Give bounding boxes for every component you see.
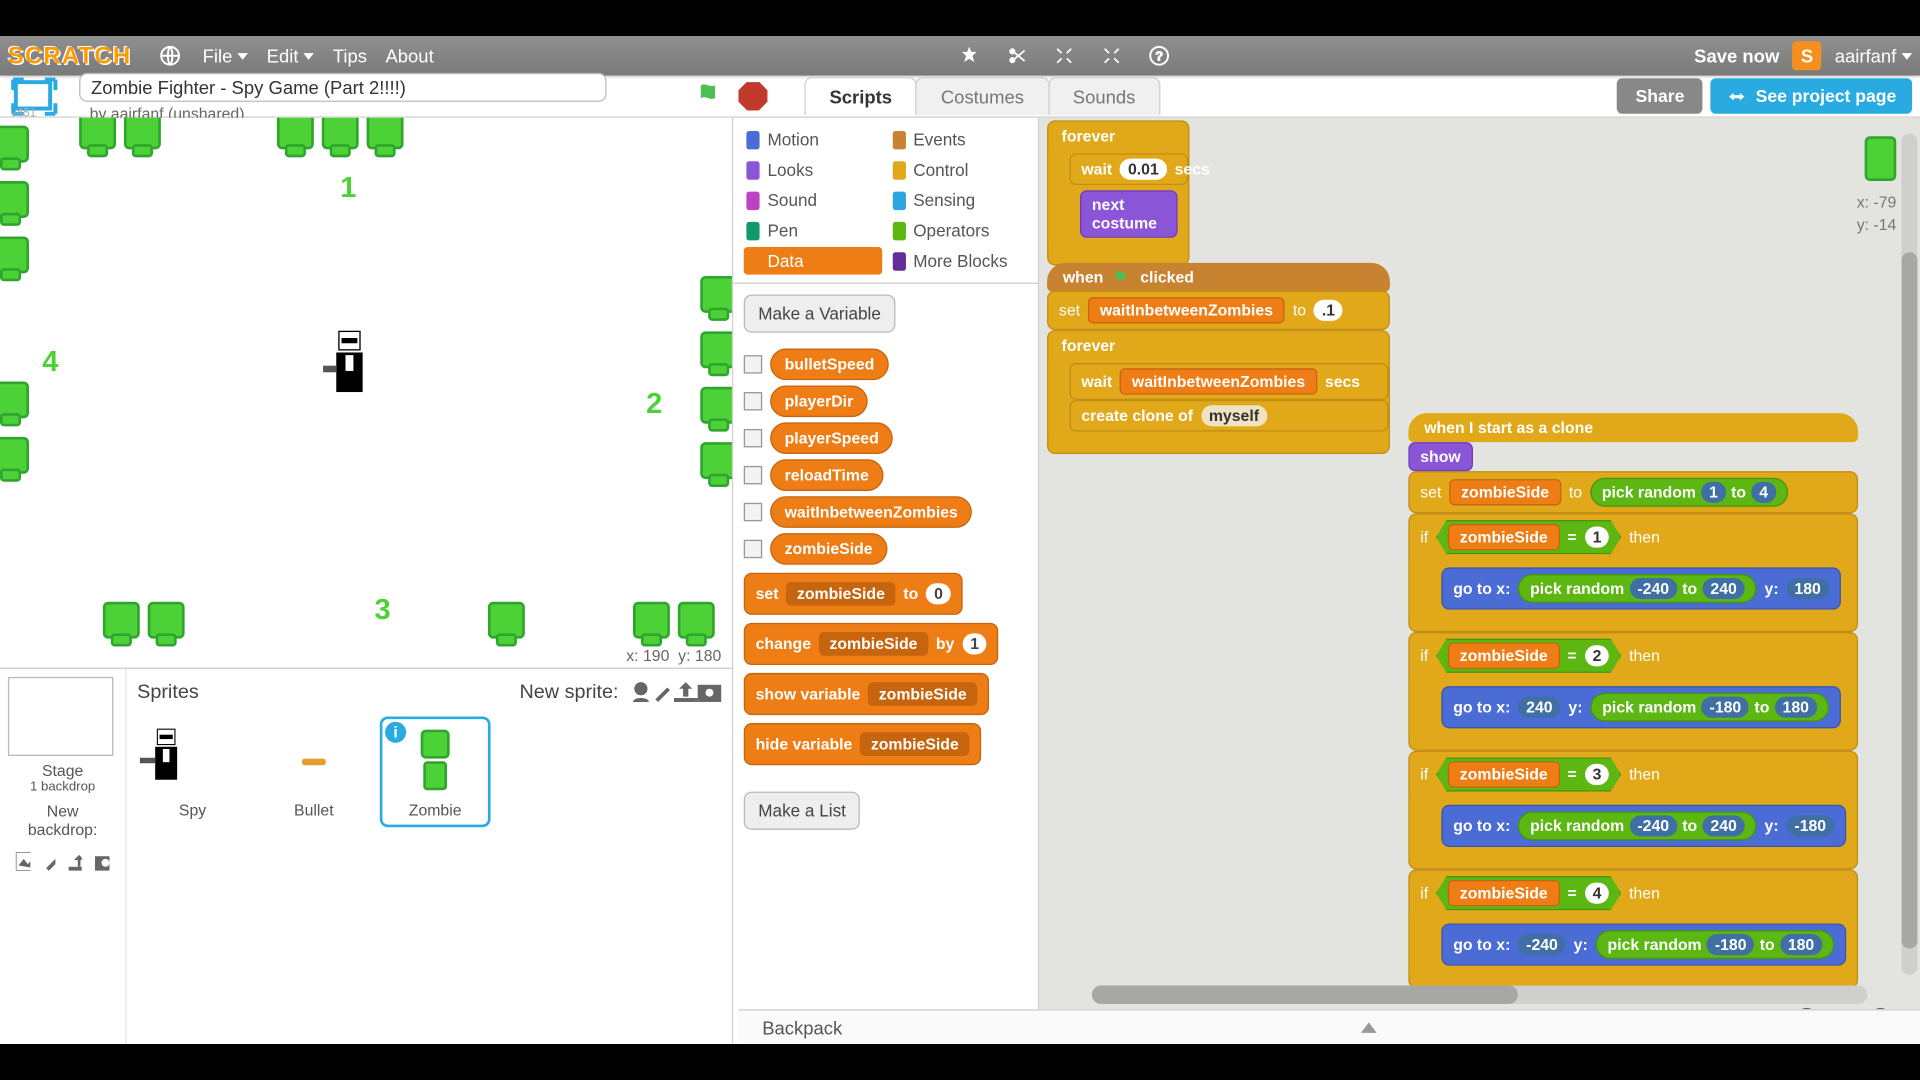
tab-scripts[interactable]: Scripts [804, 77, 917, 115]
stage-marker-1: 1 [340, 171, 356, 205]
stage-label: Stage [8, 761, 117, 779]
stage[interactable]: 1 2 3 4 x: 190 y: 180 [0, 118, 732, 669]
menu-about[interactable]: About [385, 45, 433, 66]
checkbox-icon[interactable] [744, 503, 762, 521]
stage-marker-4: 4 [42, 345, 58, 379]
green-flag-icon[interactable] [694, 79, 728, 113]
stage-marker-2: 2 [646, 387, 662, 421]
globe-icon[interactable] [155, 41, 184, 70]
stop-icon[interactable] [738, 81, 767, 110]
sprite-zombie[interactable]: i Zombie [380, 716, 491, 827]
stage-marker-3: 3 [375, 592, 391, 626]
cat-control[interactable]: Control [889, 156, 1027, 184]
project-title-input[interactable] [79, 72, 606, 101]
sprite-bullet[interactable]: Bullet [258, 716, 369, 827]
caret-down-icon [1902, 52, 1913, 59]
upload-sprite-icon[interactable] [674, 681, 698, 702]
make-list-button[interactable]: Make a List [744, 792, 861, 830]
checkbox-icon[interactable] [744, 540, 762, 558]
scissors-icon[interactable] [1002, 41, 1031, 70]
stage-coords: x: 190 y: 180 [626, 647, 721, 665]
caret-down-icon [304, 52, 315, 59]
info-icon[interactable]: i [385, 722, 406, 743]
scratch-logo[interactable]: SCRATCH [8, 42, 132, 70]
var-reloadTime[interactable]: reloadTime [744, 459, 1028, 491]
arrows-icon [1727, 87, 1748, 105]
version-label: v451 [11, 105, 37, 118]
camera-sprite-icon[interactable] [698, 681, 722, 702]
cat-sound[interactable]: Sound [744, 186, 882, 214]
caret-down-icon [238, 52, 249, 59]
script-when-flag[interactable]: whenclicked setwaitInbetweenZombiesto.1 … [1047, 263, 1390, 454]
checkbox-icon[interactable] [744, 355, 762, 373]
new-sprite-label: New sprite: [520, 680, 619, 702]
cat-motion[interactable]: Motion [744, 126, 882, 154]
var-bulletSpeed[interactable]: bulletSpeed [744, 349, 1028, 381]
checkbox-icon[interactable] [744, 466, 762, 484]
help-icon[interactable]: ? [1144, 41, 1173, 70]
stage-thumbnail[interactable] [8, 677, 113, 756]
save-now[interactable]: Save now [1694, 45, 1779, 66]
var-playerSpeed[interactable]: playerSpeed [744, 422, 1028, 454]
var-playerDir[interactable]: playerDir [744, 385, 1028, 417]
grow-icon[interactable] [1049, 41, 1078, 70]
block-forever-1[interactable]: forever wait0.01secs next costume [1047, 120, 1189, 265]
cat-looks[interactable]: Looks [744, 156, 882, 184]
user-avatar[interactable]: S [1793, 41, 1822, 70]
brush-icon[interactable] [43, 852, 55, 870]
new-backdrop-label: New backdrop: [8, 794, 117, 847]
project-header: v451 by aairfanf (unshared) Scripts Cost… [0, 76, 1920, 118]
cat-sensing[interactable]: Sensing [889, 186, 1027, 214]
backdrop-count: 1 backdrop [8, 780, 117, 795]
backpack-panel[interactable]: Backpack [738, 1009, 1920, 1043]
library-sprite-icon[interactable] [629, 680, 653, 704]
v-scrollbar[interactable] [1902, 134, 1918, 975]
share-button[interactable]: Share [1617, 78, 1703, 114]
checkbox-icon[interactable] [744, 429, 762, 447]
menu-edit[interactable]: Edit [267, 45, 315, 66]
block-palette: Make a Variable bulletSpeed playerDir pl… [733, 284, 1038, 1044]
svg-text:?: ? [1155, 49, 1163, 64]
block-categories: Motion Events Looks Control Sound Sensin… [733, 118, 1038, 284]
spy-sprite[interactable] [323, 329, 376, 408]
block-hide-var[interactable]: hide variablezombieSide [744, 723, 981, 765]
upload-backdrop-icon[interactable] [68, 852, 82, 870]
tab-costumes[interactable]: Costumes [916, 77, 1049, 115]
cat-more[interactable]: More Blocks [889, 247, 1027, 275]
camera-backdrop-icon[interactable] [96, 852, 110, 870]
make-variable-button[interactable]: Make a Variable [744, 294, 896, 332]
user-menu[interactable]: aairfanf [1835, 45, 1912, 66]
editor-tabs: Scripts Costumes Sounds [804, 77, 1159, 115]
expand-up-icon [1361, 1022, 1377, 1033]
cat-pen[interactable]: Pen [744, 217, 882, 245]
see-project-page-button[interactable]: See project page [1711, 78, 1912, 114]
paint-sprite-icon[interactable] [653, 681, 674, 702]
cat-data[interactable]: Data [744, 247, 882, 275]
scripts-area[interactable]: x: -79 y: -14 forever wait0.01secs next … [1039, 118, 1920, 1044]
paint-backdrop-icon[interactable] [16, 852, 30, 870]
menu-tips[interactable]: Tips [333, 45, 367, 66]
stamp-icon[interactable] [954, 41, 983, 70]
var-zombieSide[interactable]: zombieSide [744, 533, 1028, 565]
sprite-spy[interactable]: Spy [137, 716, 248, 827]
script-clone[interactable]: when I start as a clone show setzombieSi… [1408, 413, 1857, 988]
cat-operators[interactable]: Operators [889, 217, 1027, 245]
sprites-label: Sprites [137, 680, 199, 702]
tab-sounds[interactable]: Sounds [1048, 77, 1161, 115]
block-set-var[interactable]: setzombieSideto0 [744, 573, 963, 615]
checkbox-icon[interactable] [744, 392, 762, 410]
var-waitInbetweenZombies[interactable]: waitInbetweenZombies [744, 496, 1028, 528]
cat-events[interactable]: Events [889, 126, 1027, 154]
menu-file[interactable]: File [203, 45, 249, 66]
block-show-var[interactable]: show variablezombieSide [744, 673, 989, 715]
shrink-icon[interactable] [1097, 41, 1126, 70]
block-change-var[interactable]: changezombieSideby1 [744, 623, 999, 665]
h-scrollbar[interactable] [1092, 985, 1867, 1003]
